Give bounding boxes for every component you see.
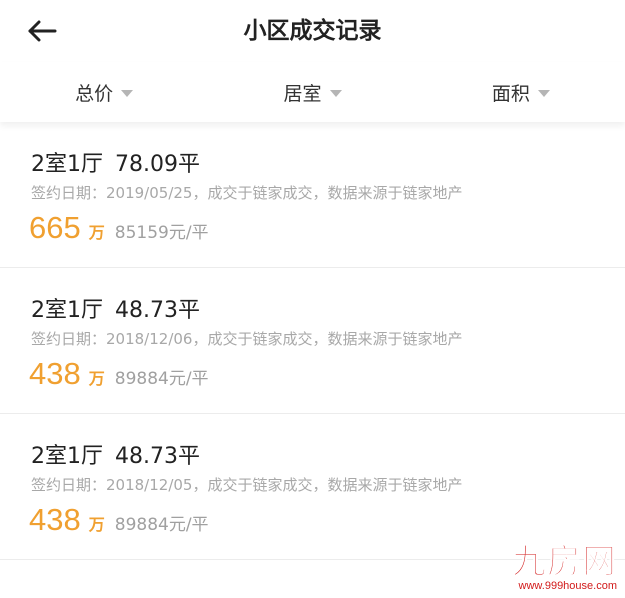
record-area: 48.73平 xyxy=(115,298,200,323)
price-unit: 万 xyxy=(88,369,105,388)
record-title: 2室1厅 78.09平 xyxy=(31,146,200,178)
record-price: 665 万 85159元/平 xyxy=(29,210,209,246)
page: 小区成交记录 总价 居室 面积 2室1厅 78.09平 签约日期：2019/05/… xyxy=(0,0,625,598)
record-title: 2室1厅 48.73平 xyxy=(31,292,200,324)
filter-label: 居室 xyxy=(283,82,322,105)
record-area: 78.09平 xyxy=(115,152,200,177)
caret-down-icon xyxy=(121,89,134,97)
watermark-url: www.999house.com xyxy=(518,580,617,592)
total-price: 438 xyxy=(29,356,81,391)
arrow-left-icon xyxy=(27,20,57,42)
price-unit: 万 xyxy=(88,223,105,242)
record-info: 签约日期：2018/12/06，成交于链家成交，数据来源于链家地产 xyxy=(31,330,463,348)
filter-total-price[interactable]: 总价 xyxy=(0,62,208,122)
page-title: 小区成交记录 xyxy=(243,18,382,44)
record-info: 签约日期：2018/12/05，成交于链家成交，数据来源于链家地产 xyxy=(31,476,463,494)
unit-price: 89884元/平 xyxy=(114,515,209,535)
record-info: 签约日期：2019/05/25，成交于链家成交，数据来源于链家地产 xyxy=(31,184,463,202)
unit-price: 89884元/平 xyxy=(114,369,209,389)
record-title: 2室1厅 48.73平 xyxy=(31,438,200,470)
total-price: 438 xyxy=(29,502,81,537)
caret-down-icon xyxy=(537,89,550,97)
header-bar: 小区成交记录 xyxy=(0,0,625,62)
filter-area[interactable]: 面积 xyxy=(417,62,625,122)
filter-label: 总价 xyxy=(75,82,114,105)
record-layout: 2室1厅 xyxy=(31,444,103,469)
price-unit: 万 xyxy=(88,515,105,534)
record-price: 438 万 89884元/平 xyxy=(29,502,209,538)
list-item[interactable]: 2室1厅 48.73平 签约日期：2018/12/05，成交于链家成交，数据来源于… xyxy=(0,414,625,560)
transaction-list: 2室1厅 78.09平 签约日期：2019/05/25，成交于链家成交，数据来源于… xyxy=(0,122,625,598)
filter-bar: 总价 居室 面积 xyxy=(0,62,625,122)
watermark: 九房网 www.999house.com xyxy=(512,542,618,593)
record-layout: 2室1厅 xyxy=(31,152,103,177)
list-item[interactable]: 2室1厅 78.09平 签约日期：2019/05/25，成交于链家成交，数据来源于… xyxy=(0,122,625,268)
filter-label: 面积 xyxy=(491,82,530,105)
unit-price: 85159元/平 xyxy=(114,223,209,243)
record-price: 438 万 89884元/平 xyxy=(29,356,209,392)
watermark-logo: 九房网 xyxy=(512,542,617,582)
filter-rooms[interactable]: 居室 xyxy=(208,62,416,122)
list-item[interactable]: 2室1厅 48.73平 签约日期：2018/12/06，成交于链家成交，数据来源于… xyxy=(0,268,625,414)
record-layout: 2室1厅 xyxy=(31,298,103,323)
record-area: 48.73平 xyxy=(115,444,200,469)
total-price: 665 xyxy=(29,210,81,245)
caret-down-icon xyxy=(329,89,342,97)
back-button[interactable] xyxy=(20,14,64,48)
